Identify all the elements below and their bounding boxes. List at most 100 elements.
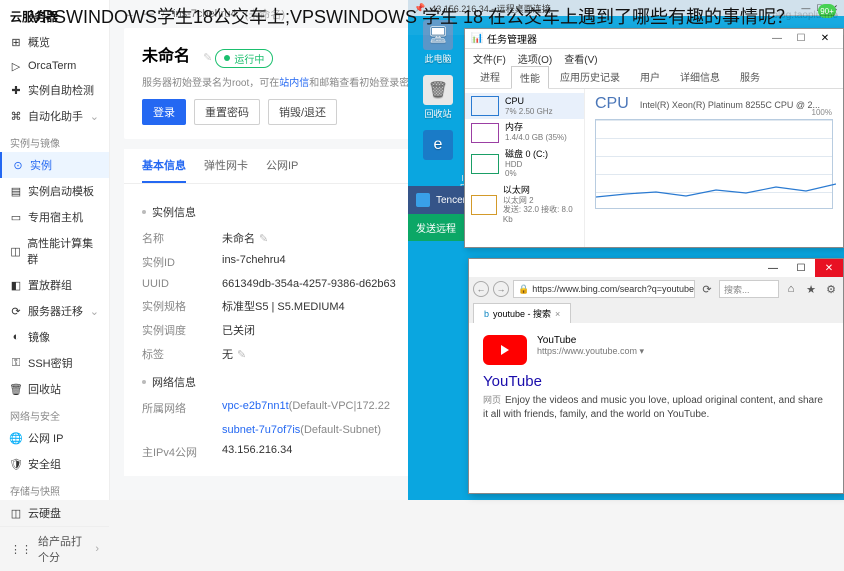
ie-tab[interactable]: b youtube - 搜索 × [473,303,571,323]
close-icon[interactable]: ✕ [815,259,843,277]
sidebar-item[interactable]: ▤ 实例启动模板 [0,178,109,204]
taskmgr-tab[interactable]: 应用历史记录 [551,65,629,88]
sidebar-group-title: 网络与安全 [0,402,109,425]
sidebar-item-icon: ⊞ [10,36,22,48]
taskmgr-tab[interactable]: 用户 [631,65,669,88]
instance-title: 未命名 [142,42,190,66]
favorites-icon[interactable]: ★ [803,283,819,296]
sidebar-item-label: 实例启动模板 [28,183,94,199]
home-icon[interactable]: ⌂ [783,283,799,295]
result-name: YouTube [537,335,644,346]
sidebar-item[interactable]: ▷OrcaTerm [0,55,109,77]
perf-name: CPU [505,96,553,107]
back-button[interactable]: ← [473,281,489,297]
sidebar-item[interactable]: ◧置放群组 [0,272,109,298]
sidebar-item-icon: ▤ [10,185,22,197]
lock-icon: 🔒 [518,284,529,295]
kv-key: 名称 [142,230,222,246]
reset-password-button[interactable]: 重置密码 [194,99,260,125]
url-field[interactable]: 🔒 https://www.bing.com/search?q=youtube&… [513,280,695,298]
forward-button[interactable]: → [493,281,509,297]
search-result-card: YouTube https://www.youtube.com ▾ [483,335,829,365]
sidebar-item-label: 高性能计算集群 [27,235,99,267]
edit-icon[interactable]: ✎ [259,233,268,245]
maximize-icon[interactable]: ☐ [787,259,815,277]
perf-name: 磁盘 0 (C:) [505,149,548,160]
ie-page: YouTube https://www.youtube.com ▾ YouTub… [469,323,843,434]
tab[interactable]: 基本信息 [142,149,186,183]
sidebar-item-icon: ⚿ [10,357,22,369]
menu-item[interactable]: 文件(F) [473,51,506,66]
kv-value: 未命名✎ [222,230,268,246]
perf-item[interactable]: 内存1.4/4.0 GB (35%) [465,119,584,145]
kv-key: 标签 [142,346,222,362]
sidebar-item[interactable]: 🗑回收站 [0,376,109,402]
desktop-icon[interactable]: 🗑 回收站 [414,75,462,120]
taskmgr-tab[interactable]: 性能 [511,66,549,89]
sidebar-item[interactable]: ✚ 实例自助检测 [0,77,109,103]
sidebar-item-label: 专用宿主机 [28,209,83,225]
desktop-icon-label: 回收站 [424,107,451,120]
perf-sub: HDD 0% [505,160,548,179]
perf-thumb-icon [471,123,499,143]
sidebar-item[interactable]: 🌐公网 IP [0,425,109,451]
tab-close-icon[interactable]: × [555,309,560,319]
kv-value: 43.156.216.34 [222,444,292,460]
kv-key: 实例规格 [142,298,222,314]
sidebar-item[interactable]: ⟳服务器迁移⌄ [0,298,109,324]
sidebar-item-icon: ✚ [10,84,22,96]
sidebar-item[interactable]: ▭专用宿主机 [0,204,109,230]
minimize-icon[interactable]: — [759,259,787,277]
taskmgr-tab[interactable]: 服务 [731,65,769,88]
taskmgr-tab[interactable]: 详细信息 [671,65,729,88]
destroy-button[interactable]: 销毁/退还 [268,99,337,125]
desktop-icons: 🖥此电脑🗑回收站e [414,20,462,162]
chevron-right-icon: › [95,543,99,555]
refresh-icon[interactable]: ⟳ [699,283,715,296]
ie-tabstrip: b youtube - 搜索 × [469,301,843,323]
tab[interactable]: 弹性网卡 [204,149,248,183]
result-description: 网页Enjoy the videos and music you love, u… [483,394,829,422]
sidebar-item[interactable]: ⌘自动化助手⌄ [0,103,109,129]
link[interactable]: vpc-e2b7nn1t [222,400,289,412]
edit-icon[interactable]: ✎ [203,52,212,64]
sidebar-item[interactable]: ◫云硬盘 [0,500,109,526]
menu-item[interactable]: 查看(V) [564,51,597,66]
tab[interactable]: 公网IP [266,149,298,183]
result-site[interactable]: https://www.youtube.com ▾ [537,346,644,357]
kv-key: 所属网络 [142,400,222,416]
sidebar-item[interactable]: ⚿SSH密钥 [0,350,109,376]
kv-key: 实例调度 [142,322,222,338]
perf-item[interactable]: CPU7% 2.50 GHz [465,93,584,119]
sidebar-item[interactable]: 🛡安全组 [0,451,109,477]
status-badge: 运行中 [215,49,273,68]
kv-key: 实例ID [142,254,222,270]
perf-name: 内存 [505,122,567,133]
sidebar-item-label: 镜像 [28,329,50,345]
inbox-link[interactable]: 站内信 [279,78,309,89]
desktop-icon-glyph: 🗑 [423,75,453,105]
tencent-logo-icon [416,193,430,207]
link[interactable]: subnet-7u7of7is [222,424,300,436]
perf-item[interactable]: 以太网以太网 2 发送: 32.0 接收: 8.0 Kb [465,182,584,228]
sidebar-item[interactable]: ◫高性能计算集群 [0,230,109,272]
sidebar-item-label: 公网 IP [28,430,63,446]
ie-tab-label: youtube - 搜索 [493,307,551,320]
sidebar-item-label: 实例 [30,157,52,173]
perf-item[interactable]: 磁盘 0 (C:)HDD 0% [465,146,584,182]
result-title-link[interactable]: YouTube [483,373,829,390]
desktop-icon[interactable]: e [414,130,462,162]
result-label: 网页 [483,395,501,405]
overlay-title: VPSWINDOWS学生18公交车上;VPSWINDOWS 学生 18 在公交车… [0,0,844,35]
sidebar-item[interactable]: ⊙实例 [0,152,109,178]
sidebar-item-label: 服务器迁移 [28,303,83,319]
tools-icon[interactable]: ⚙ [823,283,839,296]
sidebar-footer[interactable]: ⋮⋮ 给产品打个分 › [0,526,109,571]
search-input[interactable]: 搜索... [719,280,779,298]
edit-icon[interactable]: ✎ [237,349,246,361]
sidebar-item-label: 实例自助检测 [28,82,94,98]
sidebar-item[interactable]: ◐镜像 [0,324,109,350]
taskmgr-tab[interactable]: 进程 [471,65,509,88]
menu-item[interactable]: 选项(O) [518,51,552,66]
login-button[interactable]: 登录 [142,99,186,125]
